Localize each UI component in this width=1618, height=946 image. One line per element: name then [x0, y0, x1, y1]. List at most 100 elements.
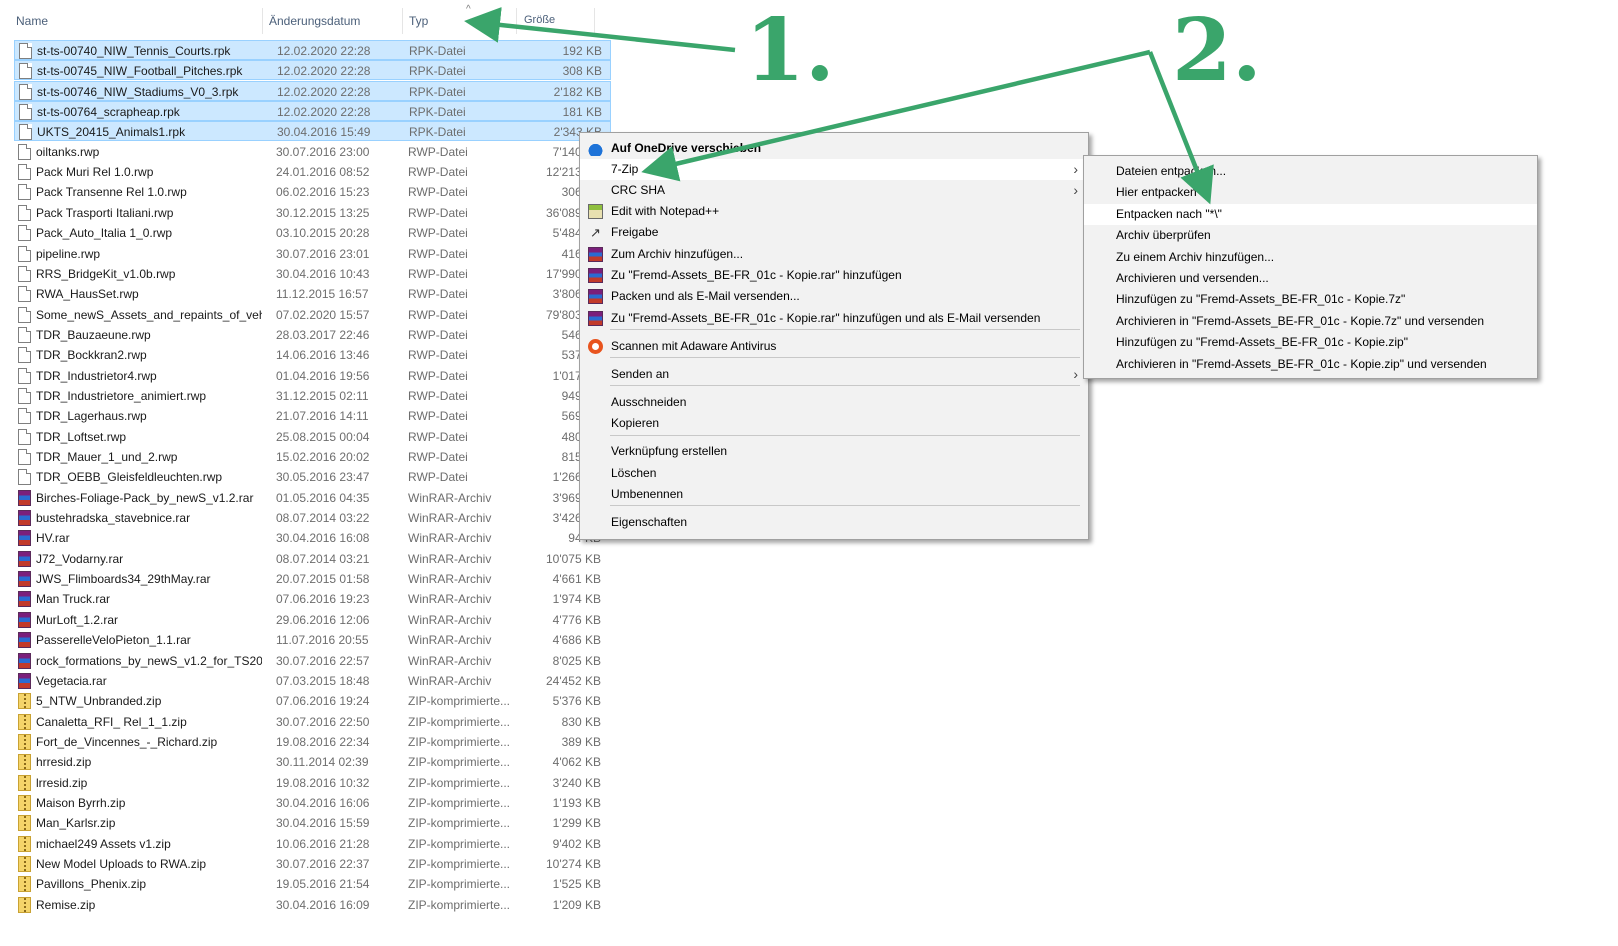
context-menu-item[interactable]: Zu "Fremd-Assets_BE-FR_01c - Kopie.rar" …	[580, 265, 1088, 286]
file-type: WinRAR-Archiv	[408, 592, 492, 607]
submenu-item[interactable]: Hinzufügen zu "Fremd-Assets_BE-FR_01c - …	[1084, 332, 1537, 353]
winrar-icon	[18, 611, 31, 628]
context-menu-item[interactable]: Packen und als E-Mail versenden...	[580, 286, 1088, 307]
file-row[interactable]: bustehradska_stavebnice.rar 08.07.2014 03…	[14, 508, 611, 528]
column-header-type[interactable]: Typ	[409, 14, 428, 28]
context-menu-item[interactable]: Verknüpfung erstellen	[580, 441, 1088, 462]
context-menu-item[interactable]: 7-Zip ›	[580, 159, 1088, 180]
file-name: Remise.zip	[36, 897, 96, 912]
file-date: 15.02.2016 20:02	[276, 450, 370, 464]
column-header-size[interactable]: Größe	[524, 14, 555, 26]
context-menu-item[interactable]: ↗ Freigabe	[580, 222, 1088, 243]
file-name: Birches-Foliage-Pack_by_newS_v1.2.rar	[36, 490, 254, 505]
file-row[interactable]: hrresid.zip 30.11.2014 02:39 ZIP-komprimie…	[14, 752, 611, 772]
file-date: 21.07.2016 14:11	[276, 409, 369, 424]
file-row[interactable]: Some_newS_Assets_and_repaints_of_vehi...…	[14, 305, 611, 325]
file-row[interactable]: Man_Karlsr.zip 30.04.2016 15:59 ZIP-kompri…	[14, 813, 611, 833]
submenu-item[interactable]: Hier entpacken	[1084, 182, 1537, 203]
file-row[interactable]: TDR_Industrietore_animiert.rwp 31.12.2015…	[14, 386, 611, 406]
file-row[interactable]: Maison Byrrh.zip 30.04.2016 16:06 ZIP-komp…	[14, 793, 611, 813]
file-row[interactable]: Birches-Foliage-Pack_by_newS_v1.2.rar 01.…	[14, 488, 611, 508]
context-menu-item[interactable]: Löschen	[580, 463, 1088, 484]
file-date: 30.07.2016 22:37	[276, 857, 370, 871]
submenu-item[interactable]: Entpacken nach "*\"	[1084, 203, 1537, 225]
file-row[interactable]: Fort_de_Vincennes_-_Richard.zip 19.08.201…	[14, 732, 611, 752]
file-type: RWP-Datei	[408, 144, 468, 159]
file-type: WinRAR-Archiv	[408, 653, 492, 668]
submenu-item[interactable]: Archivieren und versenden...	[1084, 268, 1537, 289]
file-row[interactable]: pipeline.rwp 30.07.2016 23:01 RWP-Datei 416…	[14, 244, 611, 264]
file-row[interactable]: PasserelleVeloPieton_1.1.rar 11.07.2016 2…	[14, 630, 611, 650]
file-type: RWP-Datei	[408, 327, 468, 342]
file-row[interactable]: Pack Transenne Rel 1.0.rwp 06.02.2016 15:…	[14, 182, 611, 202]
file-row[interactable]: st-ts-00745_NIW_Football_Pitches.rpk 12.0…	[14, 60, 611, 81]
column-header-date[interactable]: Änderungsdatum	[269, 14, 360, 28]
file-row[interactable]: TDR_Bockkran2.rwp 14.06.2016 13:46 RWP-Dat…	[14, 345, 611, 365]
file-row[interactable]: Pack_Auto_Italia 1_0.rwp 03.10.2015 20:28…	[14, 223, 611, 243]
context-menu-item[interactable]: Kopieren	[580, 413, 1088, 434]
column-divider[interactable]	[594, 8, 595, 34]
file-row[interactable]: MurLoft_1.2.rar 29.06.2016 12:06 WinRAR-Ar…	[14, 610, 611, 630]
file-row[interactable]: TDR_Loftset.rwp 25.08.2015 00:04 RWP-Datei…	[14, 427, 611, 447]
file-row[interactable]: lrresid.zip 19.08.2016 10:32 ZIP-komprimie…	[14, 773, 611, 793]
file-row[interactable]: Canaletta_RFI_ Rel_1_1.zip 30.07.2016 22:…	[14, 712, 611, 732]
context-menu-item[interactable]: Auf OneDrive verschieben	[580, 138, 1088, 159]
file-row[interactable]: Vegetacia.rar 07.03.2015 18:48 WinRAR-Arch…	[14, 671, 611, 691]
document-icon	[19, 124, 32, 141]
file-row[interactable]: New Model Uploads to RWA.zip 30.07.2016 2…	[14, 854, 611, 874]
file-row[interactable]: Pack Trasporti Italiani.rwp 30.12.2015 13…	[14, 203, 611, 223]
file-row[interactable]: TDR_Industrietor4.rwp 01.04.2016 19:56 RWP…	[14, 366, 611, 386]
file-name: st-ts-00746_NIW_Stadiums_V0_3.rpk	[37, 84, 239, 99]
submenu-item[interactable]: Archivieren in "Fremd-Assets_BE-FR_01c -…	[1084, 311, 1537, 332]
file-row[interactable]: TDR_Mauer_1_und_2.rwp 15.02.2016 20:02 RWP…	[14, 447, 611, 467]
submenu-item[interactable]: Zu einem Archiv hinzufügen...	[1084, 247, 1537, 268]
file-row[interactable]: Pack Muri Rel 1.0.rwp 24.01.2016 08:52 RWP…	[14, 162, 611, 182]
file-row[interactable]: TDR_Bauzaeune.rwp 28.03.2017 22:46 RWP-Dat…	[14, 325, 611, 345]
column-divider[interactable]	[516, 8, 517, 34]
submenu-item[interactable]: Archivieren in "Fremd-Assets_BE-FR_01c -…	[1084, 354, 1537, 375]
file-name: pipeline.rwp	[36, 246, 101, 261]
context-menu-item[interactable]: Scannen mit Adaware Antivirus	[580, 336, 1088, 357]
file-row[interactable]: rock_formations_by_newS_v1.2_for_TS20...…	[14, 651, 611, 671]
file-type: RWP-Datei	[408, 266, 468, 281]
submenu-item[interactable]: Archiv überprüfen	[1084, 225, 1537, 246]
file-row[interactable]: TDR_Lagerhaus.rwp 21.07.2016 14:11 RWP-Dat…	[14, 406, 611, 426]
file-type: RPK-Datei	[409, 105, 466, 120]
file-row[interactable]: Pavillons_Phenix.zip 19.05.2016 21:54 ZIP-…	[14, 874, 611, 894]
file-row[interactable]: HV.rar30.04.2016 16:08WinRAR-Archiv94 KB	[14, 528, 611, 548]
file-row[interactable]: Man Truck.rar 07.06.2016 19:23 WinRAR-Arch…	[14, 589, 611, 609]
file-name: michael249 Assets v1.zip	[36, 836, 171, 851]
context-menu-item[interactable]: Senden an ›	[580, 364, 1088, 385]
context-menu-item[interactable]: Zu "Fremd-Assets_BE-FR_01c - Kopie.rar" …	[580, 308, 1088, 329]
file-row[interactable]: JWS_Flimboards34_29thMay.rar 20.07.2015 0…	[14, 569, 611, 589]
context-menu-item[interactable]: Umbenennen	[580, 484, 1088, 505]
file-type: RPK-Datei	[409, 64, 466, 79]
column-divider[interactable]	[402, 8, 403, 34]
column-divider[interactable]	[262, 8, 263, 34]
submenu-item[interactable]: Dateien entpacken...	[1084, 161, 1537, 182]
file-date: 10.06.2016 21:28	[276, 836, 370, 851]
file-row[interactable]: michael249 Assets v1.zip 10.06.2016 21:28…	[14, 834, 611, 854]
column-header-name[interactable]: Name	[16, 14, 48, 28]
file-type: RWP-Datei	[408, 287, 468, 302]
file-row[interactable]: 5_NTW_Unbranded.zip 07.06.2016 19:24 ZIP-k…	[14, 691, 611, 711]
file-row[interactable]: oiltanks.rwp 30.07.2016 23:00 RWP-Datei 7'1…	[14, 142, 611, 162]
file-row[interactable]: RRS_BridgeKit_v1.0b.rwp 30.04.2016 10:43 R…	[14, 264, 611, 284]
context-menu-item[interactable]: CRC SHA ›	[580, 180, 1088, 201]
context-menu-item[interactable]: Zum Archiv hinzufügen...	[580, 244, 1088, 265]
file-row[interactable]: TDR_OEBB_Gleisfeldleuchten.rwp 30.05.2016…	[14, 467, 611, 487]
context-menu: Auf OneDrive verschieben 7-Zip › CRC SHA › Ed…	[579, 132, 1089, 540]
file-row[interactable]: UKTS_20415_Animals1.rpk 30.04.2016 15:49 R…	[14, 121, 611, 142]
file-type: RWP-Datei	[408, 388, 468, 403]
file-row[interactable]: J72_Vodarny.rar 08.07.2014 03:21 WinRAR-Ar…	[14, 549, 611, 569]
context-menu-item[interactable]: Eigenschaften	[580, 512, 1088, 533]
submenu-item[interactable]: Hinzufügen zu "Fremd-Assets_BE-FR_01c - …	[1084, 289, 1537, 310]
context-menu-item-label: Eigenschaften	[611, 515, 688, 529]
file-row[interactable]: Remise.zip 30.04.2016 16:09 ZIP-komprimier…	[14, 895, 611, 915]
context-menu-item[interactable]: Edit with Notepad++	[580, 201, 1088, 222]
file-row[interactable]: st-ts-00746_NIW_Stadiums_V0_3.rpk 12.02.2…	[14, 80, 611, 101]
file-row[interactable]: st-ts-00764_scrapheap.rpk 12.02.2020 22:2…	[14, 101, 611, 122]
file-row[interactable]: st-ts-00740_NIW_Tennis_Courts.rpk 12.02.2…	[14, 40, 611, 60]
context-menu-item[interactable]: Ausschneiden	[580, 392, 1088, 413]
file-row[interactable]: RWA_HausSet.rwp 11.12.2015 16:57 RWP-Datei…	[14, 284, 611, 304]
